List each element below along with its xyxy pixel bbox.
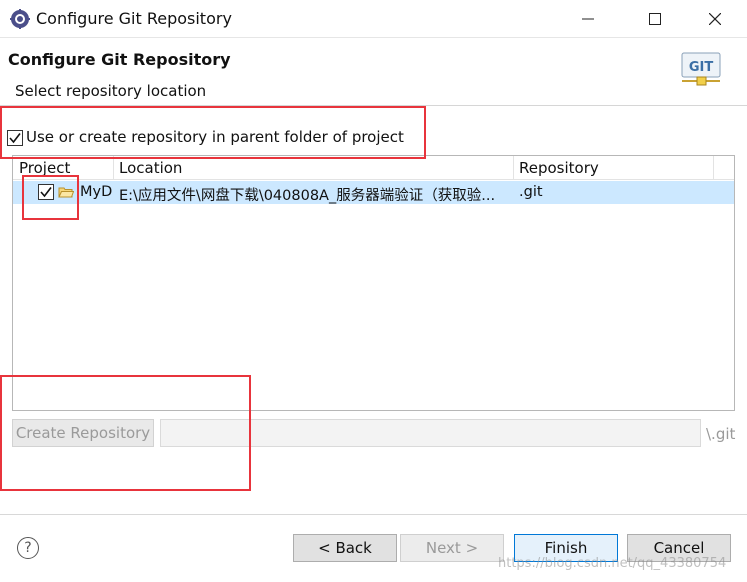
location-cell: E:\应用文件\网盘下载\040808A_服务器端验证（获取验... — [119, 188, 496, 204]
annotation-box-row-checkbox — [22, 175, 79, 220]
column-divider[interactable] — [513, 156, 514, 180]
maximize-icon — [649, 13, 661, 25]
annotation-box-parent-folder — [0, 106, 426, 159]
next-button[interactable]: Next > — [400, 534, 504, 562]
maximize-button[interactable] — [632, 0, 678, 38]
project-table[interactable]: Project Location Repository MyD E:\应用文件\… — [12, 155, 735, 411]
close-button[interactable] — [692, 0, 738, 38]
wizard-header: Configure Git Repository Select reposito… — [0, 38, 747, 106]
git-logo-icon: GIT — [680, 50, 724, 90]
watermark: https://blog.csdn.net/qq_43380754 — [498, 556, 727, 571]
repository-cell: .git — [519, 184, 543, 200]
column-header-repository[interactable]: Repository — [519, 159, 599, 177]
table-row[interactable]: MyD E:\应用文件\网盘下载\040808A_服务器端验证（获取验... .… — [13, 181, 734, 204]
annotation-box-create-repository — [0, 375, 251, 491]
close-icon — [709, 13, 721, 25]
project-cell: MyD — [80, 184, 113, 200]
minimize-icon — [582, 18, 594, 20]
page-title: Configure Git Repository — [8, 50, 231, 69]
column-header-location[interactable]: Location — [119, 159, 182, 177]
footer-divider — [0, 514, 747, 515]
title-bar: Configure Git Repository — [0, 0, 747, 38]
minimize-button[interactable] — [565, 0, 611, 38]
back-button[interactable]: < Back — [293, 534, 397, 562]
table-header: Project Location Repository — [13, 156, 734, 180]
window-title: Configure Git Repository — [36, 9, 232, 28]
git-logo-text: GIT — [689, 60, 714, 75]
git-suffix-label: \.git — [706, 425, 736, 443]
column-divider[interactable] — [113, 156, 114, 180]
page-description: Select repository location — [15, 82, 207, 100]
help-icon[interactable]: ? — [17, 537, 39, 559]
eclipse-icon — [10, 9, 30, 29]
column-divider[interactable] — [713, 156, 714, 180]
